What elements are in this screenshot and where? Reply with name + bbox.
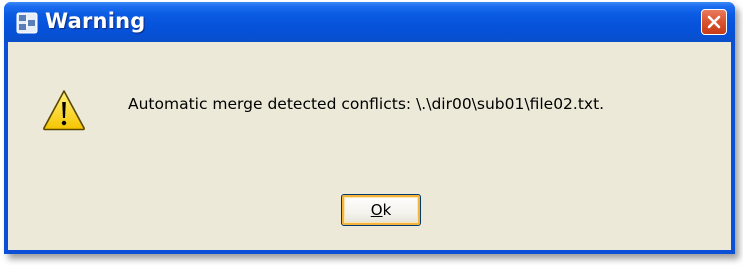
warning-icon <box>42 89 86 131</box>
app-window-icon <box>16 12 38 34</box>
warning-dialog: Warning Automatic merge detected conflic… <box>4 2 735 254</box>
window-title: Warning <box>45 9 146 33</box>
ok-button-label-rest: k <box>382 201 392 219</box>
dialog-body: Automatic merge detected conflicts: \.\d… <box>8 42 731 250</box>
close-button[interactable] <box>701 9 727 35</box>
warning-message: Automatic merge detected conflicts: \.\d… <box>128 95 605 113</box>
ok-button[interactable]: Ok <box>341 194 421 226</box>
ok-button-mnemonic: O <box>370 201 383 219</box>
title-bar[interactable]: Warning <box>4 2 735 42</box>
close-icon <box>707 15 721 29</box>
